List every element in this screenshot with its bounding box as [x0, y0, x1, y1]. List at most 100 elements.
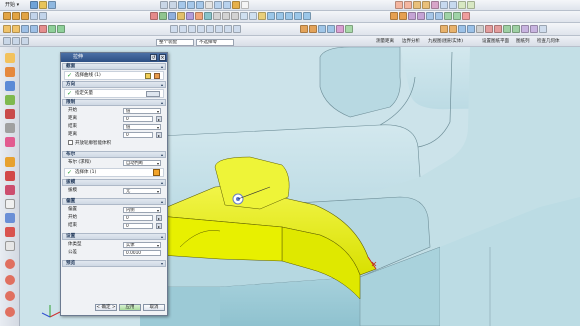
boolean-dropdown[interactable]: 自动判断: [123, 160, 161, 166]
surface-icon[interactable]: [390, 12, 398, 20]
curve-point-icon[interactable]: [224, 25, 232, 33]
polygon-tool-icon[interactable]: [5, 291, 15, 301]
tool-icon-10[interactable]: [521, 25, 529, 33]
history-icon[interactable]: [5, 109, 15, 119]
feature-icon-9[interactable]: [467, 1, 475, 9]
feature-icon[interactable]: [395, 1, 403, 9]
vector-dropdown[interactable]: [146, 91, 160, 97]
section-header-preview[interactable]: 预览 ▾: [62, 260, 166, 267]
tool-icon[interactable]: [440, 25, 448, 33]
pan-icon[interactable]: [294, 12, 302, 20]
analysis-icon-4[interactable]: [327, 25, 335, 33]
close-icon[interactable]: ×: [159, 54, 166, 61]
draft-dropdown[interactable]: 无: [123, 188, 161, 194]
reset-icon[interactable]: ↺: [150, 54, 157, 61]
analysis-icon-2[interactable]: [309, 25, 317, 33]
apply-button[interactable]: 应用: [119, 304, 141, 311]
start-distance-input[interactable]: 0: [123, 116, 153, 122]
surface-icon-4[interactable]: [417, 12, 425, 20]
point-tool-icon[interactable]: [5, 241, 15, 251]
settings-label[interactable]: 设置图纸平面: [482, 39, 509, 45]
snap-icon-7[interactable]: [57, 25, 65, 33]
undo-icon[interactable]: [160, 1, 168, 9]
analysis-icon-6[interactable]: [345, 25, 353, 33]
filter-icon-2[interactable]: [12, 37, 20, 45]
filter-icon[interactable]: [3, 37, 11, 45]
tool-icon-7[interactable]: [494, 25, 502, 33]
surface-icon-7[interactable]: [444, 12, 452, 20]
ellipse-tool-icon[interactable]: [5, 275, 15, 285]
roles-icon[interactable]: [5, 157, 15, 167]
shell-icon[interactable]: [168, 12, 176, 20]
tool-icon-5[interactable]: [476, 25, 484, 33]
curve-icon[interactable]: [154, 73, 160, 79]
selection-filter-dropdown[interactable]: 整个装配: [156, 39, 194, 46]
revolve-icon[interactable]: [21, 12, 29, 20]
tool-icon-4[interactable]: [467, 25, 475, 33]
view-icon[interactable]: [214, 1, 222, 9]
tool-icon-2[interactable]: [449, 25, 457, 33]
endpoint-icon[interactable]: [179, 25, 187, 33]
open-icon[interactable]: [39, 1, 47, 9]
section-header-section[interactable]: 截面 ▴: [62, 63, 166, 70]
spline-tool-icon[interactable]: [5, 227, 15, 237]
tool-icon-6[interactable]: [485, 25, 493, 33]
snap-icon-6[interactable]: [48, 25, 56, 33]
system-materials-icon[interactable]: [5, 123, 15, 133]
offset-start-input[interactable]: 0: [123, 215, 153, 221]
curve-tool-icon[interactable]: [5, 171, 15, 181]
trim-icon[interactable]: [177, 12, 185, 20]
analysis-icon[interactable]: [300, 25, 308, 33]
section-header-offset[interactable]: 偏置 ▴: [62, 198, 166, 205]
tool-icon-9[interactable]: [512, 25, 520, 33]
surface-icon-9[interactable]: [462, 12, 470, 20]
tool-icon-8[interactable]: [503, 25, 511, 33]
open-profile-row[interactable]: 开放轮廓智能体积: [65, 140, 165, 148]
fit-icon[interactable]: [276, 12, 284, 20]
subtract-icon[interactable]: [222, 12, 230, 20]
sketch-icon[interactable]: [3, 12, 11, 20]
light-icon[interactable]: [258, 12, 266, 20]
snap-icon[interactable]: [3, 25, 11, 33]
end-distance-input[interactable]: 0: [123, 132, 153, 138]
offset-dropdown[interactable]: 内侧: [123, 207, 161, 213]
save-icon[interactable]: [48, 1, 56, 9]
body-type-dropdown[interactable]: 实体: [123, 242, 161, 248]
dialog-title-bar[interactable]: 拉伸 ↺ ×: [61, 53, 167, 62]
datum-icon[interactable]: [30, 12, 38, 20]
midpoint-icon[interactable]: [188, 25, 196, 33]
shade-icon[interactable]: [240, 12, 248, 20]
orient-icon[interactable]: [267, 12, 275, 20]
unite-icon[interactable]: [213, 12, 221, 20]
feature-icon-7[interactable]: [449, 1, 457, 9]
cancel-button[interactable]: 取消: [143, 304, 165, 311]
mirror-icon[interactable]: [195, 12, 203, 20]
sketch-section-icon[interactable]: [145, 73, 151, 79]
select-curve-row[interactable]: ✓ 选择曲线 (1): [64, 71, 164, 80]
offset-end-input[interactable]: 0: [123, 223, 153, 229]
feature-icon-5[interactable]: [431, 1, 439, 9]
feature-icon-3[interactable]: [413, 1, 421, 9]
part-navigator-icon[interactable]: [5, 53, 15, 63]
quadrant-icon[interactable]: [206, 25, 214, 33]
blend-icon[interactable]: [150, 12, 158, 20]
graphics-viewport[interactable]: 拉伸 ↺ × 截面 ▴ ✓ 选择曲线 (1) 方向 ▴ ✓ 指定矢量 限制 ▴ 开始 …: [20, 47, 580, 326]
start-menu[interactable]: 开始 ▾: [2, 1, 22, 10]
section-header-boolean[interactable]: 布尔 ▴: [62, 151, 166, 158]
snap-icon-5[interactable]: [39, 25, 47, 33]
start-type-dropdown[interactable]: 值: [123, 108, 161, 114]
section-header-limits[interactable]: 限制 ▴: [62, 99, 166, 106]
center-icon[interactable]: [197, 25, 205, 33]
layer-icon[interactable]: [223, 1, 231, 9]
render-icon[interactable]: [232, 1, 240, 9]
snap-icon-4[interactable]: [30, 25, 38, 33]
surface-icon-8[interactable]: [453, 12, 461, 20]
body-icon[interactable]: [153, 169, 160, 176]
snap-icon-2[interactable]: [12, 25, 20, 33]
rotate-icon[interactable]: [303, 12, 311, 20]
snap-icon-3[interactable]: [21, 25, 29, 33]
paste-icon[interactable]: [196, 1, 204, 9]
assembly-navigator-icon[interactable]: [5, 67, 15, 77]
offset-start-menu[interactable]: ▸: [156, 215, 162, 221]
circle-tool-icon[interactable]: [5, 259, 15, 269]
